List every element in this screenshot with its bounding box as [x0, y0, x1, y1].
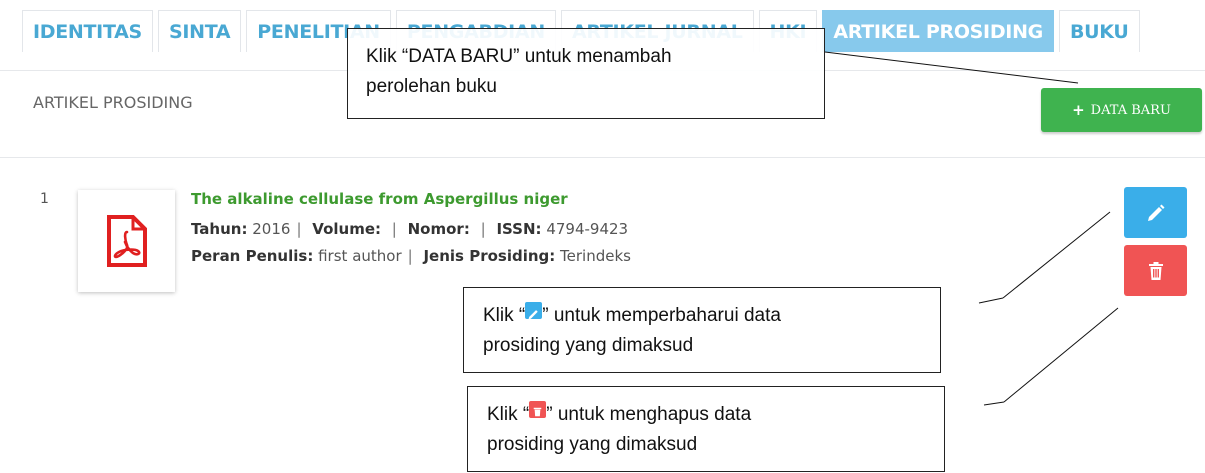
leader-line-edit — [978, 297, 1004, 304]
callout-leader-lines — [824, 51, 1119, 406]
leader-line-new — [824, 51, 1079, 84]
leader-line-delete — [1003, 307, 1119, 403]
leader-line-edit — [1002, 211, 1111, 299]
leader-line-delete — [983, 401, 1005, 406]
